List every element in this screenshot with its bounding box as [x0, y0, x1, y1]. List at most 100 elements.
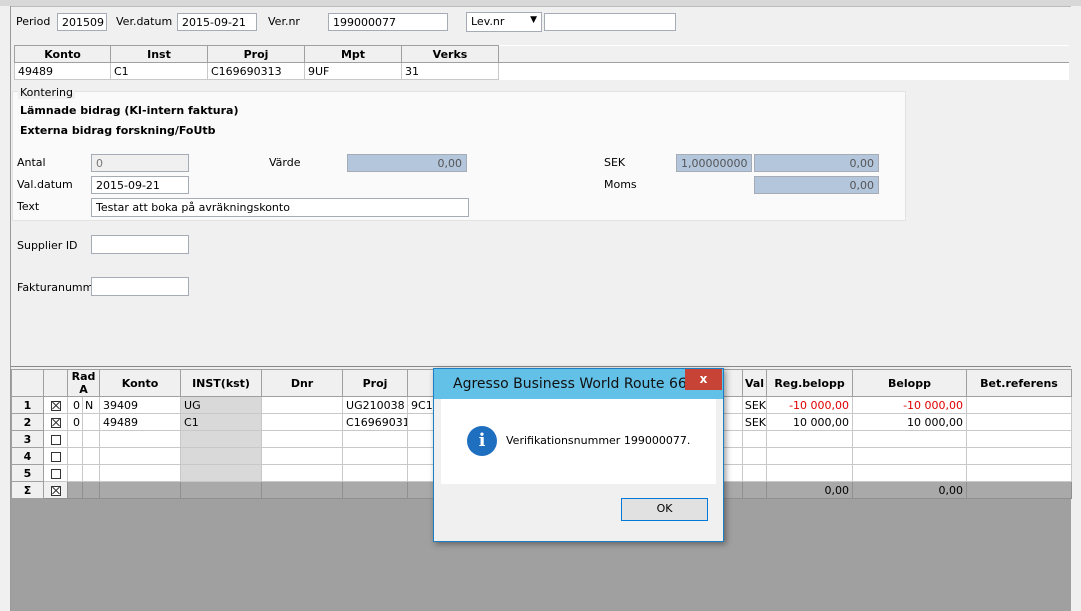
cell-proj[interactable]: UG210038 — [342, 396, 409, 414]
cell-dnr[interactable] — [261, 413, 344, 431]
ok-button[interactable]: OK — [621, 498, 708, 521]
kontering-line2: Externa bidrag forskning/FoUtb — [20, 124, 216, 137]
cell-betreferens[interactable] — [966, 413, 1073, 431]
dialog-message: Verifikationsnummer 199000077. — [506, 434, 691, 447]
period-input[interactable]: 201509 — [57, 13, 107, 31]
cell-mpt[interactable]: 9UF — [304, 62, 402, 80]
cell-regbelopp[interactable]: -10 000,00 — [766, 396, 854, 414]
cell-konto[interactable]: 49489 — [14, 62, 111, 80]
cell-belopp[interactable]: 10 000,00 — [852, 413, 968, 431]
col-val: Val — [742, 369, 768, 397]
valdatum-label: Val.datum — [17, 178, 73, 191]
cell-val[interactable]: SEK — [742, 413, 768, 431]
cell-konto[interactable]: 39409 — [99, 396, 182, 414]
period-label: Period — [16, 15, 51, 28]
varde-input: 0,00 — [347, 154, 467, 172]
cell-rad[interactable]: 0 — [67, 396, 83, 414]
right-frame — [1071, 6, 1081, 611]
cell-dnr[interactable] — [261, 396, 344, 414]
sum-belopp: 0,00 — [852, 481, 968, 499]
antal-input[interactable]: 0 — [91, 154, 189, 172]
row-checkbox[interactable] — [43, 396, 68, 414]
valdatum-input[interactable]: 2015-09-21 — [91, 176, 189, 194]
vernr-label: Ver.nr — [268, 15, 300, 28]
row-checkbox[interactable] — [43, 464, 68, 482]
sek-rate-input: 1,00000000 — [676, 154, 752, 172]
col-rownum — [11, 369, 44, 397]
row-number: 5 — [11, 464, 44, 482]
cell-rad[interactable]: 0 — [67, 413, 83, 431]
sum-checkbox[interactable] — [43, 481, 68, 499]
col-rad-label: Rad — [71, 370, 96, 383]
col-a-label: A — [79, 383, 88, 396]
row-checkbox[interactable] — [43, 430, 68, 448]
vernr-input[interactable]: 199000077 — [328, 13, 448, 31]
info-icon: i — [467, 426, 497, 456]
cell-a[interactable]: N — [81, 396, 101, 414]
cell-empty — [498, 62, 1069, 80]
cell-regbelopp[interactable]: 10 000,00 — [766, 413, 854, 431]
cell-a[interactable] — [81, 413, 101, 431]
cell-betreferens[interactable] — [966, 396, 1073, 414]
col-empty — [498, 45, 1069, 63]
sum-symbol: Σ — [11, 481, 44, 499]
text-input[interactable]: Testar att boka på avräkningskonto — [91, 198, 469, 217]
cell-belopp[interactable]: -10 000,00 — [852, 396, 968, 414]
col-mpt: Mpt — [304, 45, 402, 63]
cell-konto[interactable]: 49489 — [99, 413, 182, 431]
dialog-titlebar[interactable]: Agresso Business World Route 66 x — [434, 369, 723, 399]
row-checkbox[interactable] — [43, 413, 68, 431]
checkbox-unchecked-icon — [50, 468, 61, 479]
cell-proj[interactable]: C169690313 — [342, 413, 409, 431]
row-number: 1 — [11, 396, 44, 414]
supplier-id-label: Supplier ID — [17, 239, 78, 252]
cell-proj[interactable]: C169690313 — [207, 62, 305, 80]
col-check — [43, 369, 68, 397]
cell-val[interactable]: SEK — [742, 396, 768, 414]
chevron-down-icon: ▼ — [530, 15, 537, 25]
levnr-select[interactable]: Lev.nr ▼ — [466, 12, 542, 32]
cell-verks[interactable]: 31 — [401, 62, 499, 80]
cell-inst[interactable]: C1 — [180, 413, 263, 431]
col-betreferens: Bet.referens — [966, 369, 1073, 397]
moms-input: 0,00 — [754, 176, 879, 194]
col-verks: Verks — [401, 45, 499, 63]
row-number: 3 — [11, 430, 44, 448]
cell-inst[interactable]: UG — [180, 396, 263, 414]
left-frame — [0, 6, 11, 611]
supplier-id-input[interactable] — [91, 235, 189, 254]
sek-value-input: 0,00 — [754, 154, 879, 172]
dialog-title: Agresso Business World Route 66 — [453, 376, 687, 392]
dialog-close-button[interactable]: x — [685, 369, 722, 390]
verdatum-input[interactable]: 2015-09-21 — [177, 13, 257, 31]
levnr-input[interactable] — [544, 13, 676, 31]
kontering-line1: Lämnade bidrag (KI-intern faktura) — [20, 104, 239, 117]
account-grid: Konto Inst Proj Mpt Verks 49489 C1 C1696… — [14, 45, 1069, 80]
row-number: 4 — [11, 447, 44, 465]
col-regbelopp: Reg.belopp — [766, 369, 854, 397]
col-dnr: Dnr — [261, 369, 344, 397]
window-top-strip — [0, 0, 1081, 7]
col-proj: Proj — [207, 45, 305, 63]
levnr-select-value: Lev.nr — [471, 15, 505, 28]
checkbox-checked-icon — [50, 485, 61, 496]
fakturanummer-input[interactable] — [91, 277, 189, 296]
kontering-group-label: Kontering — [18, 86, 75, 99]
row-number: 2 — [11, 413, 44, 431]
varde-label: Värde — [269, 156, 301, 169]
row-checkbox[interactable] — [43, 447, 68, 465]
info-dialog: Agresso Business World Route 66 x i Veri… — [433, 368, 724, 542]
antal-label: Antal — [17, 156, 46, 169]
text-label: Text — [17, 200, 40, 213]
moms-label: Moms — [604, 178, 637, 191]
cell-inst[interactable]: C1 — [110, 62, 208, 80]
col-proj-lines: Proj — [342, 369, 409, 397]
close-icon: x — [699, 372, 708, 386]
col-konto: Konto — [14, 45, 111, 63]
sek-label: SEK — [604, 156, 626, 169]
col-belopp: Belopp — [852, 369, 968, 397]
col-konto-lines: Konto — [99, 369, 182, 397]
verdatum-label: Ver.datum — [116, 15, 173, 28]
checkbox-unchecked-icon — [50, 434, 61, 445]
checkbox-checked-icon — [50, 417, 61, 428]
